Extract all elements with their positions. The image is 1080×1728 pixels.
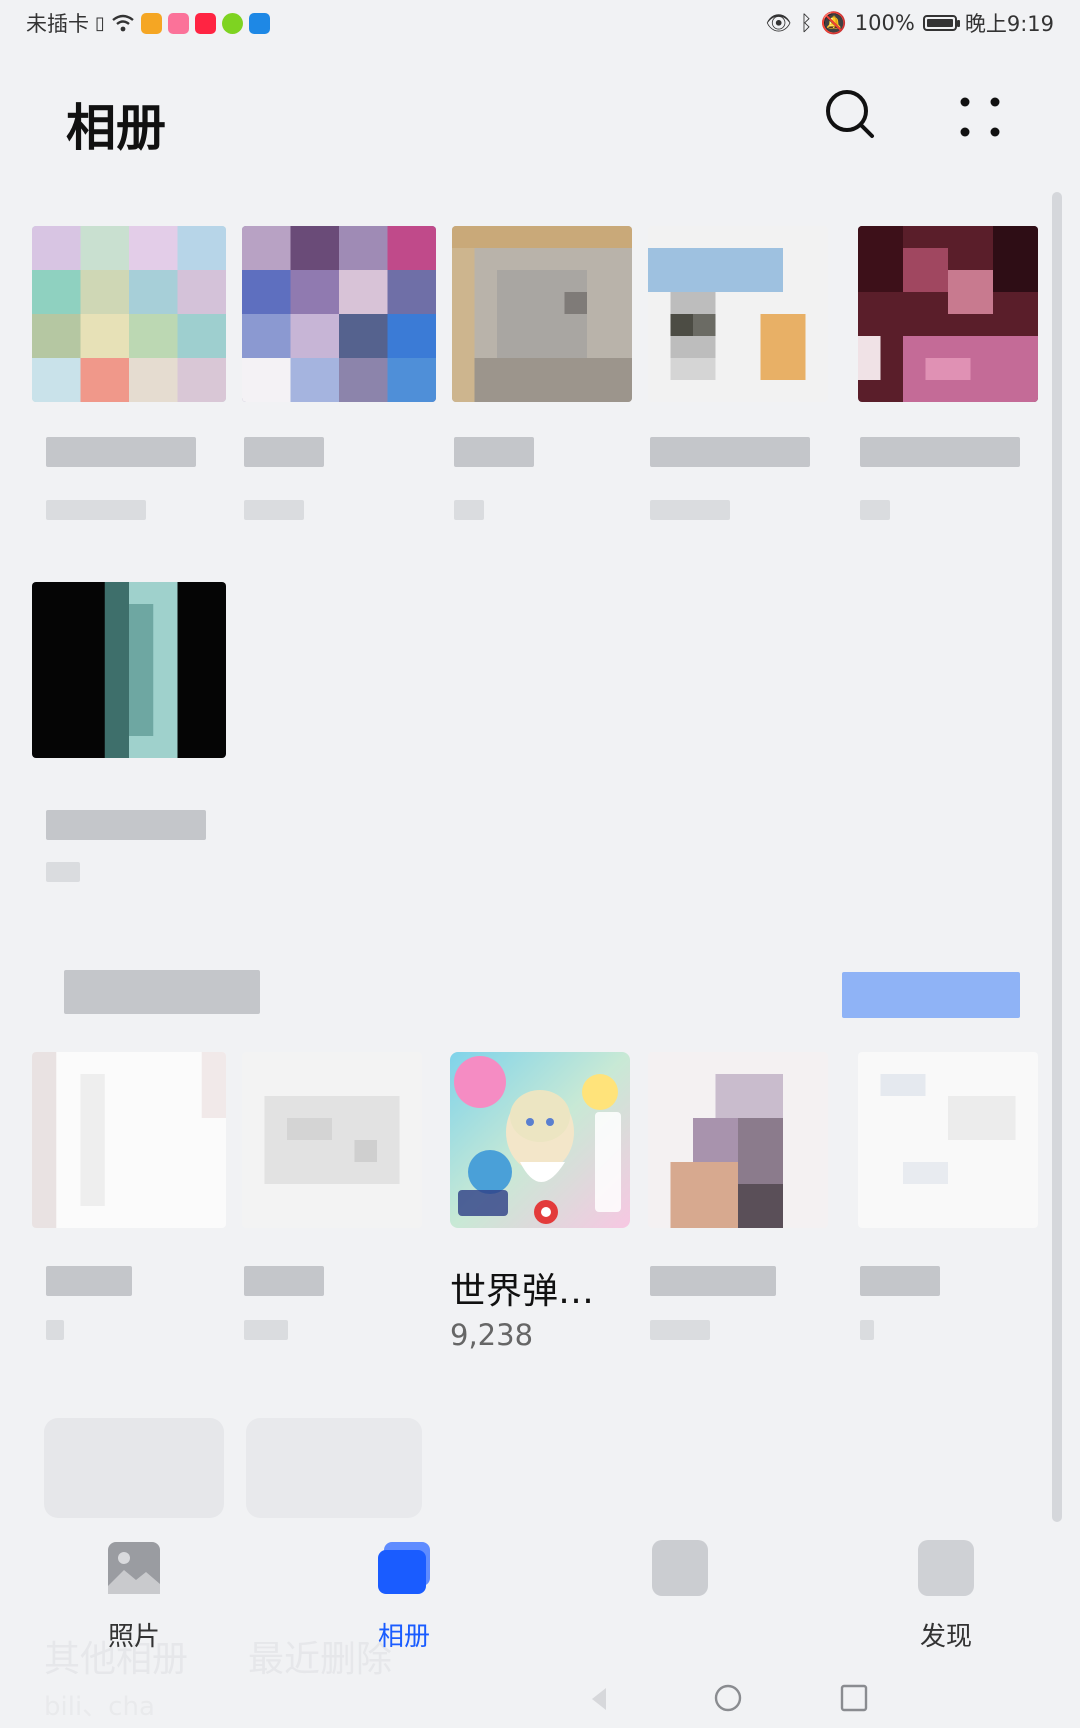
carrier-text: 未插卡 — [26, 12, 89, 36]
album-title-obscured — [650, 437, 810, 467]
album-count-obscured — [454, 500, 484, 520]
album-thumbnail-visible[interactable] — [450, 1052, 630, 1228]
nav-albums[interactable]: 相册 — [334, 1540, 474, 1652]
moments-icon — [652, 1540, 708, 1596]
album-count-obscured — [650, 500, 730, 520]
album-count-obscured — [860, 1320, 874, 1340]
other-albums-tile[interactable] — [44, 1418, 224, 1518]
sim-icon: ▯ — [95, 12, 105, 34]
album-title-obscured — [454, 437, 534, 467]
album-count-obscured — [860, 500, 890, 520]
page-title: 相册 — [66, 99, 166, 157]
app-header: 相册 — [0, 60, 1080, 180]
discover-icon — [918, 1540, 974, 1596]
album-count-obscured — [244, 1320, 288, 1340]
nav-moments[interactable] — [610, 1540, 750, 1650]
mute-bell-icon: 🔕 — [820, 10, 847, 35]
album-title: 世界弹… — [450, 1271, 595, 1312]
status-left: 未插卡 ▯ — [26, 8, 270, 38]
nav-label: 相册 — [377, 1622, 430, 1652]
album-title-obscured — [46, 437, 196, 467]
status-right: 👁 ᛒ 🔕 100% 晚上9:19 — [765, 8, 1054, 38]
album-thumbnail[interactable] — [32, 226, 226, 402]
battery-fill — [926, 19, 953, 27]
nav-label: 照片 — [107, 1622, 160, 1652]
album-thumbnail[interactable] — [32, 582, 226, 758]
photos-icon — [108, 1542, 160, 1594]
album-thumbnail[interactable] — [242, 1052, 422, 1228]
album-title-obscured — [860, 1266, 940, 1296]
album-title-obscured — [860, 437, 1020, 467]
album-thumbnail[interactable] — [648, 226, 828, 402]
album-thumbnail[interactable] — [32, 1052, 226, 1228]
album-title-obscured — [46, 1266, 132, 1296]
nav-discover[interactable]: 发现 — [876, 1540, 1016, 1652]
bilibili-icon — [167, 12, 189, 34]
eye-icon: 👁 — [765, 10, 793, 35]
system-nav-bar — [0, 1670, 1080, 1728]
album-count-obscured — [46, 862, 80, 882]
album-title-obscured — [46, 810, 206, 840]
album-count-obscured — [244, 500, 304, 520]
search-icon[interactable] — [822, 86, 878, 142]
section-title-obscured — [64, 970, 260, 1014]
app-green-icon — [221, 12, 243, 34]
album-title-obscured — [650, 1266, 776, 1296]
recently-deleted-tile[interactable] — [246, 1418, 422, 1518]
album-thumbnail[interactable] — [858, 1052, 1038, 1228]
album-thumbnail[interactable] — [858, 226, 1038, 402]
album-count-obscured — [46, 500, 146, 520]
album-thumbnail[interactable] — [452, 226, 632, 402]
app-badge-icon — [140, 12, 162, 34]
album-title-obscured — [244, 1266, 324, 1296]
recents-icon[interactable] — [838, 1682, 870, 1714]
album-thumbnail[interactable] — [648, 1052, 828, 1228]
shield-app-icon — [248, 12, 270, 34]
scrollbar[interactable] — [1052, 192, 1062, 1522]
clock-text: 晚上9:19 — [964, 12, 1054, 36]
more-icon[interactable] — [955, 92, 1005, 142]
back-icon[interactable] — [584, 1684, 614, 1714]
xiaohongshu-icon — [194, 12, 216, 34]
wifi-icon — [112, 14, 134, 32]
album-title-obscured — [244, 437, 324, 467]
bottom-nav: 照片 相册 发现 — [0, 1530, 1080, 1660]
nav-label: 发现 — [919, 1622, 972, 1652]
status-bar: 未插卡 ▯ 👁 ᛒ 🔕 100% 晚上9:19 — [0, 0, 1080, 44]
home-icon[interactable] — [712, 1682, 744, 1714]
albums-icon — [378, 1542, 430, 1594]
battery-icon — [922, 15, 960, 31]
bluetooth-icon: ᛒ — [800, 11, 813, 35]
album-count-obscured — [650, 1320, 710, 1340]
album-count-obscured — [46, 1320, 64, 1340]
section-action-obscured[interactable] — [842, 972, 1020, 1018]
album-count: 9,238 — [450, 1318, 534, 1352]
album-thumbnail[interactable] — [242, 226, 436, 402]
battery-text: 100% — [854, 11, 915, 35]
nav-photos[interactable]: 照片 — [64, 1540, 204, 1652]
